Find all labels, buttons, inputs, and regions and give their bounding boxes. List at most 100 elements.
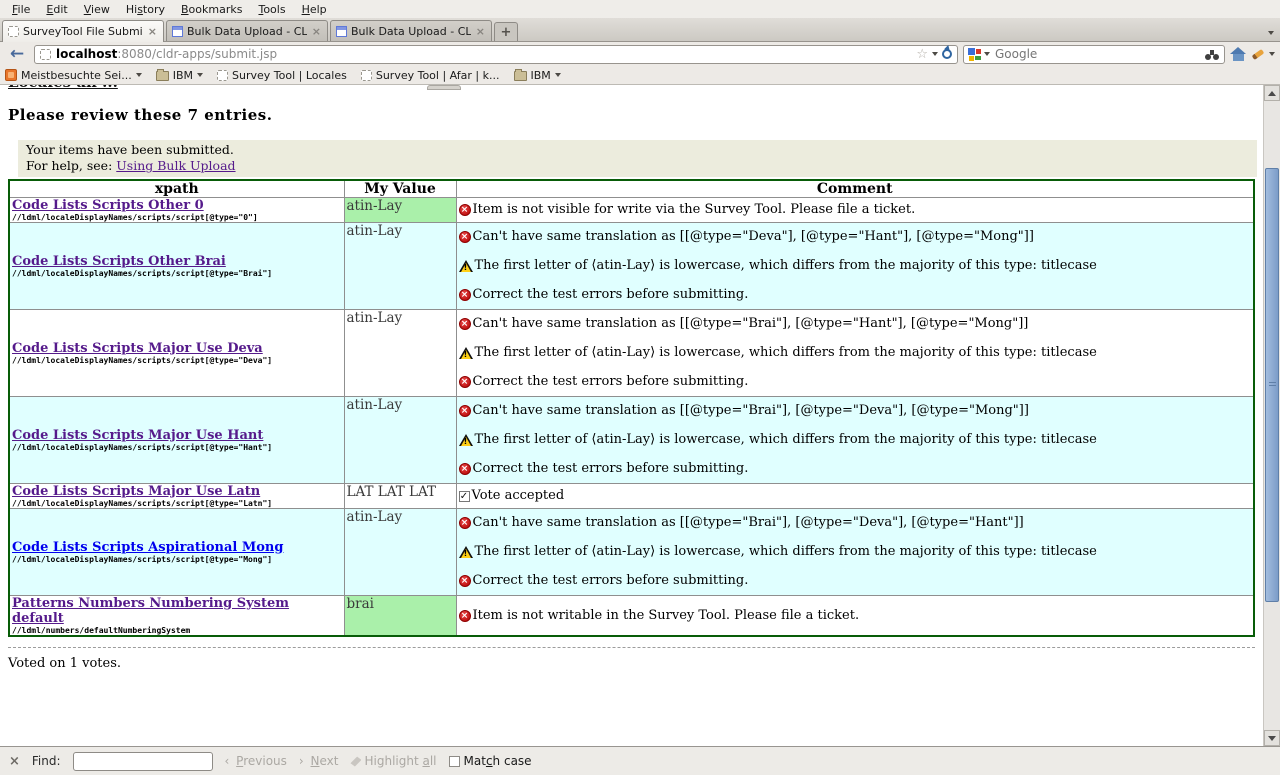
error-icon: × xyxy=(459,463,471,475)
navigation-toolbar: ← localhost:8080/cldr-apps/submit.jsp ☆ xyxy=(0,42,1280,66)
binoculars-icon[interactable] xyxy=(1205,49,1220,60)
xpath-path: //ldml/localeDisplayNames/scripts/script… xyxy=(12,443,342,452)
error-icon: × xyxy=(459,318,471,330)
xpath-link[interactable]: Code Lists Scripts Other 0 xyxy=(12,198,204,213)
find-input[interactable] xyxy=(73,752,213,771)
bookmark-star-icon[interactable]: ☆ xyxy=(916,48,928,61)
xpath-cell: Code Lists Scripts Other 0//ldml/localeD… xyxy=(9,198,344,223)
placeholder-favicon xyxy=(217,70,228,81)
find-label: Find: xyxy=(32,754,61,768)
home-icon[interactable] xyxy=(1230,47,1247,61)
tab-close-icon[interactable]: × xyxy=(311,25,322,38)
menu-tools[interactable]: Tools xyxy=(250,1,293,18)
find-bar: × Find: ‹ Previous › Next Highlight all … xyxy=(0,746,1280,775)
menu-help[interactable]: Help xyxy=(294,1,335,18)
menu-history[interactable]: History xyxy=(118,1,173,18)
warning-icon: ! xyxy=(459,546,473,558)
comment-text: Can't have same translation as [[@type="… xyxy=(473,515,1024,531)
find-previous-button[interactable]: ‹ Previous xyxy=(225,754,287,768)
chevron-down-icon xyxy=(136,73,142,77)
scroll-up-button[interactable] xyxy=(1264,85,1280,101)
url-host: localhost xyxy=(56,47,117,61)
scroll-down-button[interactable] xyxy=(1264,730,1280,746)
scroll-down-arrow-icon xyxy=(1268,736,1276,741)
table-row: Code Lists Scripts Major Use Latn//ldml/… xyxy=(9,484,1254,509)
comment-text: The first letter of ⟨atin-Lay⟩ is lowerc… xyxy=(475,258,1097,274)
error-icon: × xyxy=(459,289,471,301)
vertical-scrollbar[interactable] xyxy=(1263,85,1280,746)
tab-close-icon[interactable]: × xyxy=(475,25,486,38)
scrollbar-thumb[interactable] xyxy=(1265,168,1279,602)
url-bar[interactable]: localhost:8080/cldr-apps/submit.jsp ☆ xyxy=(34,45,958,64)
search-engine-chevron-icon[interactable] xyxy=(984,52,990,56)
my-value-cell: atin-Lay xyxy=(344,509,456,596)
placeholder-favicon xyxy=(361,70,372,81)
scroll-up-arrow-icon xyxy=(1268,91,1276,96)
bookmark-item-5[interactable]: IBM xyxy=(514,69,561,82)
xpath-path: //ldml/numbers/defaultNumberingSystem xyxy=(12,626,342,635)
clipped-button xyxy=(427,85,461,90)
table-row: Code Lists Scripts Major Use Deva//ldml/… xyxy=(9,310,1254,397)
find-close-icon[interactable]: × xyxy=(9,754,20,769)
tab-title: Bulk Data Upload - CLDR - Un... xyxy=(187,25,307,38)
find-previous-label: Previous xyxy=(236,754,287,768)
bookmark-label: Survey Tool | Locales xyxy=(232,69,347,82)
find-next-label: Next xyxy=(311,754,339,768)
url-dropdown-chevron-icon[interactable] xyxy=(932,52,938,56)
reload-icon[interactable] xyxy=(942,49,952,59)
bookmark-item-3[interactable]: Survey Tool | Locales xyxy=(217,69,347,82)
back-button[interactable]: ← xyxy=(5,44,29,65)
warning-icon: ! xyxy=(459,347,473,359)
bookmarks-bar: Meistbesuchte Sei... IBM Survey Tool | Loc… xyxy=(0,66,1280,85)
xpath-link[interactable]: Code Lists Scripts Major Use Hant xyxy=(12,428,263,443)
dashed-separator xyxy=(8,647,1255,648)
xpath-link[interactable]: Patterns Numbers Numbering System defaul… xyxy=(12,596,289,626)
table-row: Patterns Numbers Numbering System defaul… xyxy=(9,596,1254,637)
xpath-link[interactable]: Code Lists Scripts Aspirational Mong xyxy=(12,540,283,555)
chevron-down-icon xyxy=(197,73,203,77)
comment-cell: ×Can't have same translation as [[@type=… xyxy=(456,509,1254,596)
review-table: xpathMy ValueComment Code Lists Scripts … xyxy=(8,179,1255,637)
xpath-link[interactable]: Code Lists Scripts Major Use Deva xyxy=(12,341,263,356)
my-value-cell: atin-Lay xyxy=(344,198,456,223)
match-case-toggle[interactable]: Match case xyxy=(449,754,532,768)
new-tab-button[interactable]: + xyxy=(494,22,518,41)
my-value-cell: LAT LAT LAT xyxy=(344,484,456,509)
bookmark-item-1[interactable]: Meistbesuchte Sei... xyxy=(5,69,142,82)
search-bar[interactable] xyxy=(963,45,1225,64)
find-next-button[interactable]: › Next xyxy=(299,754,339,768)
notice-line2: For help, see: Using Bulk Upload xyxy=(26,158,1249,174)
xpath-cell: Code Lists Scripts Major Use Hant//ldml/… xyxy=(9,397,344,484)
bookmark-item-4[interactable]: Survey Tool | Afar | k... xyxy=(361,69,500,82)
menu-file[interactable]: File xyxy=(4,1,38,18)
page-favicon xyxy=(336,26,347,37)
tab-2[interactable]: Bulk Data Upload - CLDR - Un... × xyxy=(166,20,328,41)
my-value-cell: brai xyxy=(344,596,456,637)
search-input[interactable] xyxy=(993,46,1202,62)
url-text: localhost:8080/cldr-apps/submit.jsp xyxy=(56,47,277,61)
tab-title: SurveyTool File Submission | ... xyxy=(23,25,143,38)
bookmark-label: IBM xyxy=(173,69,193,82)
comment-text: Can't have same translation as [[@type="… xyxy=(473,316,1029,332)
menu-bookmarks[interactable]: Bookmarks xyxy=(173,1,250,18)
match-case-checkbox[interactable] xyxy=(449,756,460,767)
brush-icon[interactable] xyxy=(1252,49,1265,60)
comment-text: Item is not visible for write via the Su… xyxy=(473,202,916,218)
tab-3[interactable]: Bulk Data Upload - CLDR - Un...× xyxy=(330,20,492,41)
using-bulk-upload-link[interactable]: Using Bulk Upload xyxy=(116,158,235,173)
tab-1[interactable]: SurveyTool File Submission | ... × xyxy=(2,20,164,42)
xpath-link[interactable]: Code Lists Scripts Other Brai xyxy=(12,254,226,269)
xpath-link[interactable]: Code Lists Scripts Major Use Latn xyxy=(12,484,260,499)
my-value-cell: atin-Lay xyxy=(344,397,456,484)
error-icon: × xyxy=(459,204,471,216)
menu-view[interactable]: View xyxy=(76,1,118,18)
comment-cell: ×Item is not writable in the Survey Tool… xyxy=(456,596,1254,637)
tab-close-icon[interactable]: × xyxy=(147,25,158,38)
folder-icon xyxy=(156,71,169,81)
my-value-cell: atin-Lay xyxy=(344,310,456,397)
highlight-all-button[interactable]: Highlight all xyxy=(350,754,436,768)
menu-edit[interactable]: Edit xyxy=(38,1,75,18)
tab-overflow-chevron-icon[interactable] xyxy=(1268,31,1274,35)
bookmark-item-2[interactable]: IBM xyxy=(156,69,203,82)
toolbar-overflow-chevron-icon[interactable] xyxy=(1269,52,1275,56)
